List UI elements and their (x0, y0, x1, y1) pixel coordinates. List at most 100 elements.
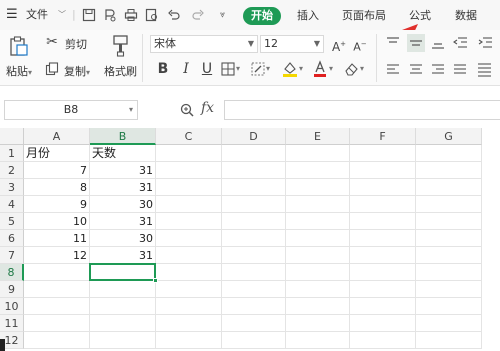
cell-b9[interactable] (90, 281, 156, 298)
cell-f4[interactable] (350, 196, 416, 213)
cell-f10[interactable] (350, 298, 416, 315)
cell-a3[interactable]: 8 (24, 179, 90, 196)
row-header-9[interactable]: 9 (0, 281, 24, 298)
cell-d1[interactable] (222, 145, 286, 162)
column-header-b[interactable]: B (90, 128, 156, 145)
cell-d12[interactable] (222, 332, 286, 349)
cell-g8[interactable] (416, 264, 482, 281)
row-header-5[interactable]: 5 (0, 213, 24, 230)
underline-icon[interactable]: U (198, 60, 216, 78)
cell-e10[interactable] (286, 298, 350, 315)
justify-icon[interactable] (453, 64, 467, 76)
cell-b5[interactable]: 31 (90, 213, 156, 230)
file-menu-chevron-icon[interactable]: ﹀ (58, 0, 66, 30)
save-icon[interactable] (82, 8, 96, 22)
column-header-d[interactable]: D (222, 128, 286, 145)
cell-c10[interactable] (156, 298, 222, 315)
cell-g7[interactable] (416, 247, 482, 264)
cell-b11[interactable] (90, 315, 156, 332)
row-header-6[interactable]: 6 (0, 230, 24, 247)
cell-f7[interactable] (350, 247, 416, 264)
column-header-a[interactable]: A (24, 128, 90, 145)
align-bottom-icon[interactable] (431, 37, 445, 49)
cell-f2[interactable] (350, 162, 416, 179)
decrease-font-size-icon[interactable]: A− (351, 35, 369, 54)
print-preview-icon[interactable] (145, 8, 159, 22)
cell-f8[interactable] (350, 264, 416, 281)
cell-e11[interactable] (286, 315, 350, 332)
cell-e8[interactable] (286, 264, 350, 281)
row-header-8[interactable]: 8 (0, 264, 24, 281)
cell-a10[interactable] (24, 298, 90, 315)
cell-d2[interactable] (222, 162, 286, 179)
scissors-icon[interactable]: ✂ (43, 33, 61, 51)
cell-a9[interactable] (24, 281, 90, 298)
column-header-c[interactable]: C (156, 128, 222, 145)
cell-g5[interactable] (416, 213, 482, 230)
decrease-indent-icon[interactable] (453, 37, 468, 49)
cell-a4[interactable]: 9 (24, 196, 90, 213)
cell-c6[interactable] (156, 230, 222, 247)
cell-f12[interactable] (350, 332, 416, 349)
align-center-icon[interactable] (409, 64, 423, 76)
cell-c7[interactable] (156, 247, 222, 264)
cell-d4[interactable] (222, 196, 286, 213)
redo-icon[interactable] (191, 8, 205, 22)
cell-e7[interactable] (286, 247, 350, 264)
cell-a5[interactable]: 10 (24, 213, 90, 230)
cell-c5[interactable] (156, 213, 222, 230)
cell-style-chevron-icon[interactable]: ▾ (266, 64, 270, 73)
cell-g6[interactable] (416, 230, 482, 247)
tab-data[interactable]: 数据 (455, 7, 477, 25)
font-color-icon[interactable] (313, 60, 327, 78)
cell-g11[interactable] (416, 315, 482, 332)
select-all-corner[interactable] (0, 128, 24, 145)
cell-c3[interactable] (156, 179, 222, 196)
cell-d8[interactable] (222, 264, 286, 281)
cell-a8[interactable] (24, 264, 90, 281)
row-header-2[interactable]: 2 (0, 162, 24, 179)
cell-e4[interactable] (286, 196, 350, 213)
copy-button[interactable]: 复制▾ (64, 63, 90, 79)
cell-d11[interactable] (222, 315, 286, 332)
align-middle-icon[interactable] (407, 34, 425, 52)
clear-format-chevron-icon[interactable]: ▾ (360, 64, 364, 73)
distributed-align-icon[interactable] (477, 63, 492, 77)
cut-button[interactable]: 剪切 (65, 36, 87, 52)
cell-b4[interactable]: 30 (90, 196, 156, 213)
cell-a1[interactable]: 月份 (24, 145, 90, 162)
cell-f6[interactable] (350, 230, 416, 247)
cell-b10[interactable] (90, 298, 156, 315)
cell-g9[interactable] (416, 281, 482, 298)
cell-a7[interactable]: 12 (24, 247, 90, 264)
name-box[interactable]: B8 ▾ (4, 100, 138, 120)
cell-e2[interactable] (286, 162, 350, 179)
cell-c11[interactable] (156, 315, 222, 332)
format-painter-icon[interactable] (111, 34, 131, 58)
export-pdf-icon[interactable] (103, 8, 117, 22)
cell-d3[interactable] (222, 179, 286, 196)
font-size-select[interactable]: 12 ▼ (260, 35, 324, 53)
column-header-f[interactable]: F (350, 128, 416, 145)
border-chevron-icon[interactable]: ▾ (236, 64, 240, 73)
font-name-select[interactable]: 宋体 ▼ (150, 35, 258, 53)
cell-c2[interactable] (156, 162, 222, 179)
cell-b2[interactable]: 31 (90, 162, 156, 179)
cell-b3[interactable]: 31 (90, 179, 156, 196)
align-right-icon[interactable] (431, 64, 445, 76)
cell-b1[interactable]: 天数 (90, 145, 156, 162)
cell-f11[interactable] (350, 315, 416, 332)
cell-c1[interactable] (156, 145, 222, 162)
cell-d5[interactable] (222, 213, 286, 230)
cell-b6[interactable]: 30 (90, 230, 156, 247)
bold-icon[interactable]: B (154, 60, 172, 78)
fill-color-icon[interactable] (282, 60, 298, 78)
cell-c8[interactable] (156, 264, 222, 281)
cell-c4[interactable] (156, 196, 222, 213)
column-header-e[interactable]: E (286, 128, 350, 145)
border-icon[interactable] (221, 62, 235, 76)
cell-g10[interactable] (416, 298, 482, 315)
cell-f1[interactable] (350, 145, 416, 162)
cell-g4[interactable] (416, 196, 482, 213)
cell-e9[interactable] (286, 281, 350, 298)
